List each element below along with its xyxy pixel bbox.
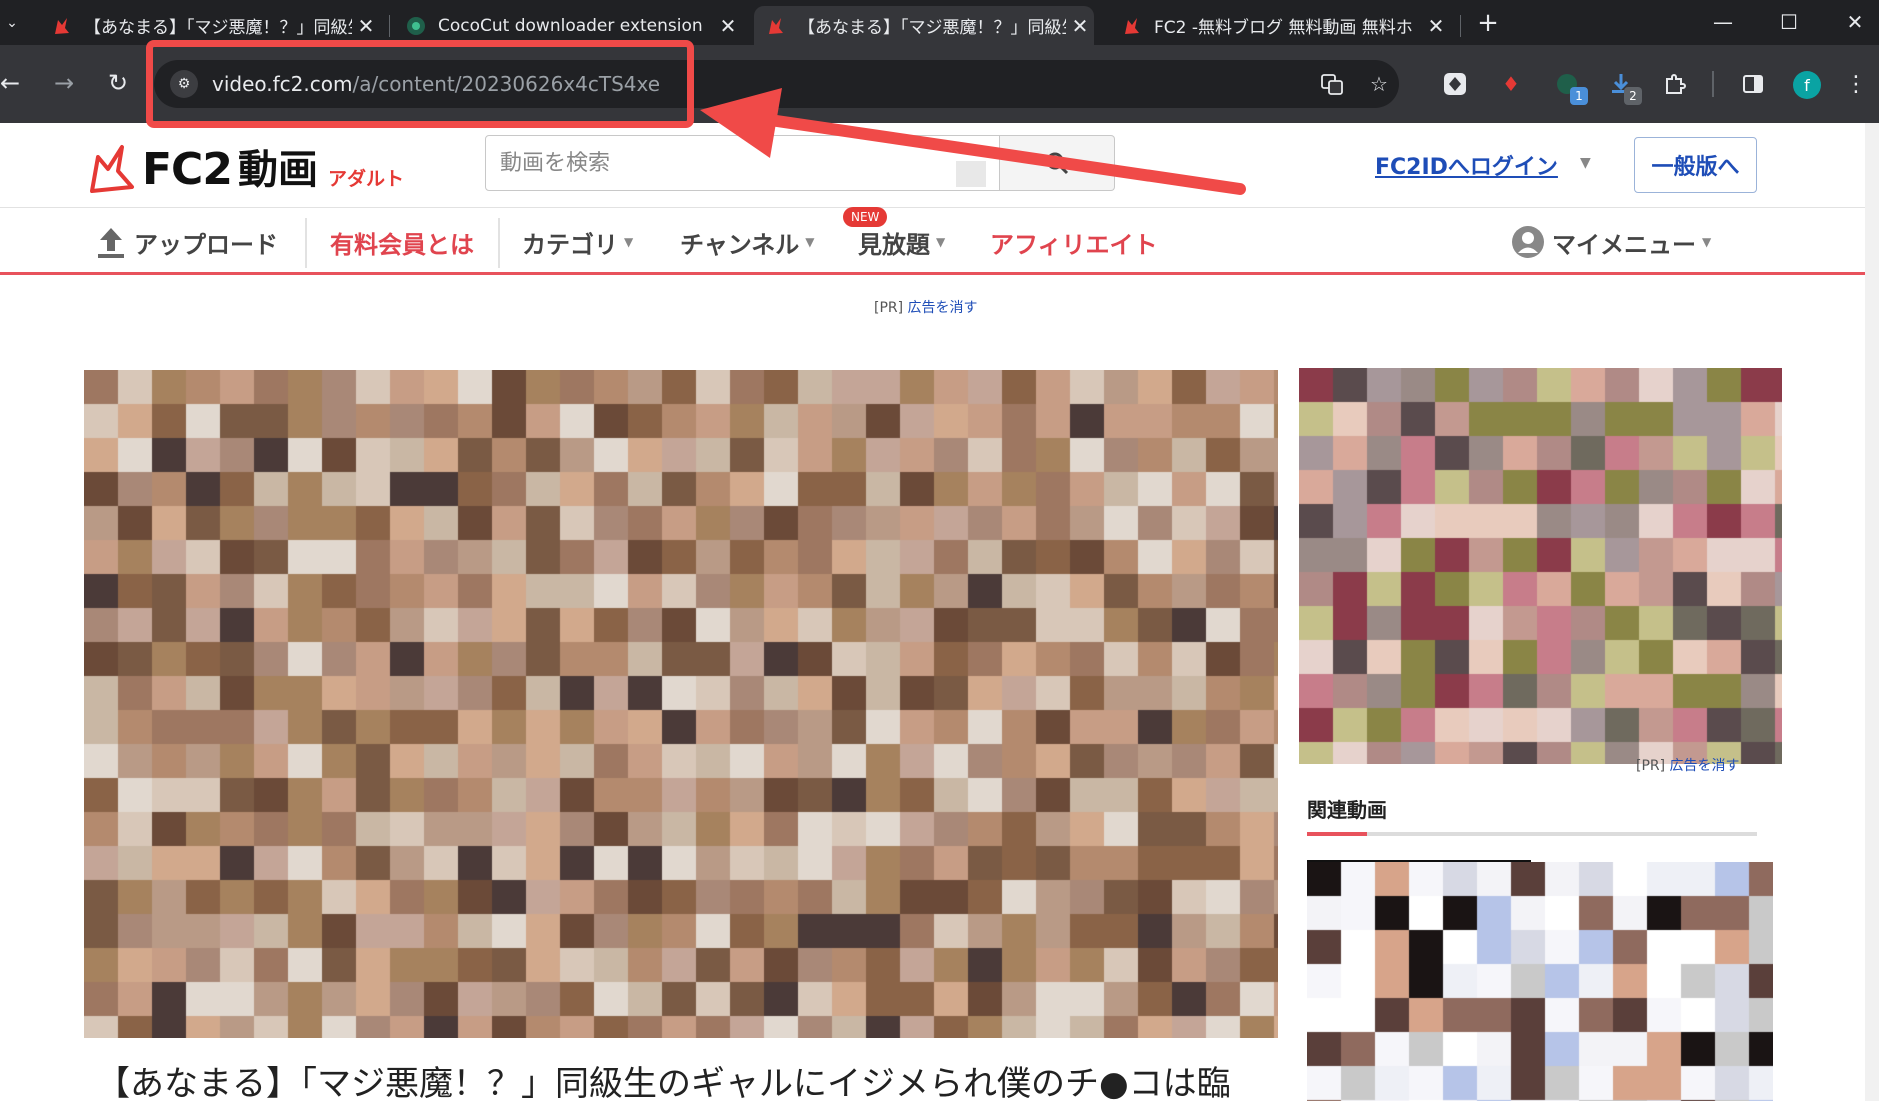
search-box <box>485 135 1000 191</box>
cococut-favicon-icon <box>406 16 426 36</box>
chevron-down-icon: ▼ <box>805 235 815 249</box>
nav-paid-member[interactable]: 有料会員とは <box>330 222 474 262</box>
tab-title: 【あなまる】「マジ悪魔！？」同級生 <box>798 18 1066 38</box>
search-input[interactable] <box>486 136 999 190</box>
related-underline <box>1307 832 1757 836</box>
user-avatar-icon <box>1512 226 1544 258</box>
chevron-down-icon: ▼ <box>936 235 946 249</box>
chevron-down-icon: ▼ <box>1702 235 1712 249</box>
nav-category-label: カテゴリ <box>522 230 618 259</box>
close-window-icon[interactable]: ✕ <box>1832 6 1878 38</box>
side-ad-prefix: [PR] <box>1636 758 1666 774</box>
site-header: FC2 動画 アダルト FC2IDへログイン ▼ 一般版へ <box>0 123 1879 207</box>
new-badge: NEW <box>843 207 888 227</box>
fc2-logo[interactable]: FC2 動画 アダルト <box>88 135 404 195</box>
fc2-favicon-icon <box>52 16 72 36</box>
nav-my-menu-label: マイメニュー <box>1552 230 1696 259</box>
tab-close-icon[interactable]: ✕ <box>714 14 742 38</box>
translate-icon[interactable] <box>1320 72 1344 96</box>
nav-channel[interactable]: チャンネル ▼ <box>680 222 815 262</box>
search-clear-button[interactable] <box>956 161 986 187</box>
logo-fc2-text: FC2 <box>142 144 233 195</box>
search-button[interactable] <box>1000 135 1115 191</box>
side-panel-icon[interactable] <box>1738 69 1768 99</box>
video-title: 【あなまる】「マジ悪魔！？」同級生のギャルにイジメられ僕のチ●コは臨 <box>96 1064 1231 1104</box>
profile-avatar[interactable]: f <box>1793 71 1821 99</box>
maximize-icon[interactable]: ☐ <box>1766 6 1812 38</box>
bookmark-star-icon[interactable]: ☆ <box>1367 72 1391 96</box>
reload-icon[interactable]: ↻ <box>102 67 134 99</box>
tab-divider <box>1460 15 1461 37</box>
side-ad-thumbnail[interactable] <box>1299 368 1782 764</box>
pixelated-related-image <box>1307 862 1773 1101</box>
toolbar-divider <box>1712 71 1714 97</box>
page-scrollbar[interactable] <box>1865 123 1879 1101</box>
general-version-button[interactable]: 一般版へ <box>1634 137 1757 193</box>
nav-unlimited-label: 見放題 <box>858 230 930 259</box>
tab-title: FC2 -無料ブログ 無料動画 無料ホ <box>1154 18 1413 38</box>
chevron-down-icon: ▼ <box>624 235 634 249</box>
login-link[interactable]: FC2IDへログイン <box>1375 149 1558 181</box>
site-nav: アップロード 有料会員とは カテゴリ ▼ チャンネル ▼ 見放題 ▼ アフィリエイト … <box>0 207 1879 275</box>
nav-unlimited[interactable]: 見放題 ▼ <box>858 222 945 262</box>
pixelated-video-frame <box>84 370 1278 1038</box>
tab-close-icon[interactable]: ✕ <box>352 14 380 38</box>
minimize-icon[interactable]: — <box>1700 6 1746 38</box>
extension-download-icon[interactable]: 2 <box>1606 69 1642 105</box>
related-underline-active <box>1307 832 1367 836</box>
extension-badge: 2 <box>1624 87 1642 105</box>
tab-search-chevron-icon[interactable]: ⌄ <box>0 8 24 38</box>
extension-cococut-icon[interactable]: 1 <box>1552 69 1588 105</box>
nav-upload[interactable]: アップロード <box>96 222 278 262</box>
remove-ad-link[interactable]: 広告を消す <box>908 300 978 316</box>
url-highlight-box <box>146 40 694 128</box>
side-ad-note: [PR] 広告を消す <box>1636 755 1740 775</box>
logo-adult-badge: アダルト <box>327 168 404 190</box>
tab-title: 【あなまる】「マジ悪魔！？」同級生 <box>84 18 352 38</box>
nav-my-menu[interactable]: マイメニュー ▼ <box>1512 222 1711 262</box>
video-player[interactable] <box>84 370 1278 1038</box>
nav-accent-line <box>0 272 1870 275</box>
related-videos-heading: 関連動画 <box>1307 798 1387 822</box>
tab-close-icon[interactable]: ✕ <box>1422 14 1450 38</box>
search-icon <box>1046 152 1069 175</box>
nav-category[interactable]: カテゴリ ▼ <box>522 222 633 262</box>
fc2-favicon-icon <box>1122 16 1142 36</box>
forward-icon[interactable]: → <box>48 67 80 99</box>
related-video-thumbnail[interactable] <box>1307 862 1773 1101</box>
browser-menu-icon[interactable]: ⋮ <box>1845 69 1867 99</box>
nav-channel-label: チャンネル <box>680 230 800 259</box>
ad-note: [PR] 広告を消す <box>874 297 978 317</box>
tab-title: CocoCut downloader extension <box>438 15 703 36</box>
nav-divider <box>498 218 500 268</box>
browser-tab-active[interactable]: 【あなまる】「マジ悪魔！？」同級生 ✕ <box>754 6 1094 45</box>
nav-affiliate[interactable]: アフィリエイト <box>990 222 1158 262</box>
pixelated-ad-image <box>1299 368 1782 764</box>
new-tab-button[interactable]: + <box>1473 8 1503 38</box>
nav-divider <box>305 218 307 268</box>
extension-red-icon[interactable]: ♦ <box>1496 69 1526 99</box>
fc2-logo-mark-icon <box>90 145 134 193</box>
back-icon[interactable]: ← <box>0 67 26 99</box>
tab-close-icon[interactable]: ✕ <box>1066 14 1094 38</box>
side-remove-ad-link[interactable]: 広告を消す <box>1670 758 1740 774</box>
upload-icon <box>98 228 124 258</box>
fc2-favicon-icon <box>766 16 786 36</box>
logo-suffix: 動画 <box>237 147 318 193</box>
extension-badge: 1 <box>1570 87 1588 105</box>
browser-tab-bar: ⌄ 【あなまる】「マジ悪魔！？」同級生 ✕ CocoCut downloader… <box>0 0 1879 45</box>
ad-note-prefix: [PR] <box>874 300 904 316</box>
browser-tab[interactable]: FC2 -無料ブログ 無料動画 無料ホ ✕ <box>1110 6 1450 45</box>
tab-divider <box>389 15 390 37</box>
login-caret-icon[interactable]: ▼ <box>1580 155 1591 171</box>
extensions-puzzle-icon[interactable] <box>1660 69 1690 99</box>
nav-upload-label: アップロード <box>134 230 278 259</box>
extension-shield-icon[interactable] <box>1440 69 1470 99</box>
